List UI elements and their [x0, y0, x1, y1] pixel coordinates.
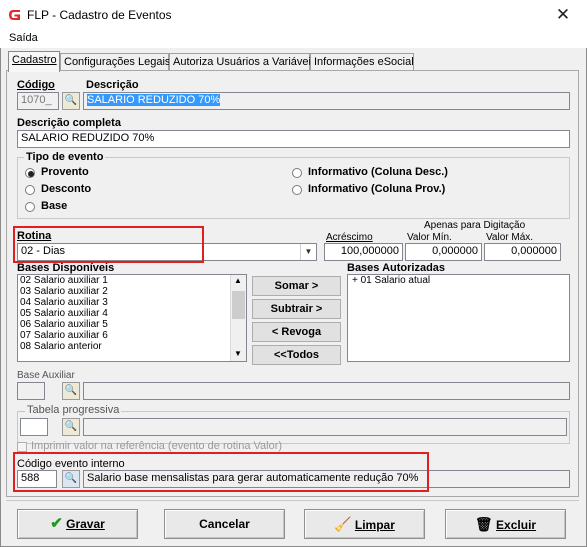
- excluir-button[interactable]: 🗑 Excluir: [445, 509, 566, 539]
- valor-max-field[interactable]: 0,000000: [484, 243, 561, 261]
- scroll-thumb[interactable]: [232, 291, 245, 319]
- codigo-label: Código: [17, 79, 55, 91]
- binoculars-icon[interactable]: 🔍: [62, 92, 80, 110]
- acrescimo-label: Acréscimo: [326, 232, 373, 243]
- radio-base[interactable]: [25, 202, 35, 212]
- radio-provento[interactable]: [25, 168, 35, 178]
- base-auxiliar-label: Base Auxiliar: [17, 370, 75, 381]
- radio-informativo-prov-label: Informativo (Coluna Prov.): [308, 183, 446, 195]
- valor-min-label: Valor Mín.: [407, 232, 452, 243]
- valor-max-label: Valor Máx.: [486, 232, 534, 243]
- list-item[interactable]: 03 Salario auxiliar 2: [18, 286, 246, 297]
- limpar-button[interactable]: 🧹 Limpar: [304, 509, 425, 539]
- checkmark-icon: ✔: [50, 515, 63, 532]
- base-auxiliar-code[interactable]: [17, 382, 45, 400]
- bases-autorizadas-label: Bases Autorizadas: [347, 262, 446, 274]
- chevron-down-icon[interactable]: ▼: [300, 244, 316, 260]
- acrescimo-field[interactable]: 100,000000: [324, 243, 403, 261]
- cancelar-button[interactable]: Cancelar: [164, 509, 285, 539]
- gravar-button[interactable]: ✔ Gravar: [17, 509, 138, 539]
- window-title: FLP - Cadastro de Eventos: [27, 8, 172, 22]
- menu-bar: Saída: [0, 30, 587, 48]
- tab-configuracoes-legais[interactable]: Configurações Legais: [60, 53, 170, 71]
- radio-desconto[interactable]: [25, 185, 35, 195]
- todos-button[interactable]: <<Todos: [252, 345, 341, 365]
- descricao-value: SALARIO REDUZIDO 70%: [87, 94, 221, 106]
- list-item[interactable]: 06 Salario auxiliar 5: [18, 319, 246, 330]
- valor-min-field[interactable]: 0,000000: [405, 243, 482, 261]
- list-item[interactable]: 04 Salario auxiliar 3: [18, 297, 246, 308]
- tab-informacoes-esocial[interactable]: Informações eSocial: [310, 53, 414, 71]
- list-item[interactable]: 05 Salario auxiliar 4: [18, 308, 246, 319]
- apenas-digitacao-label: Apenas para Digitação: [424, 220, 526, 231]
- tabela-progressiva-desc: [83, 418, 567, 436]
- list-item[interactable]: + 01 Salario atual: [348, 275, 569, 286]
- trash-icon: 🗑: [474, 516, 493, 532]
- binoculars-icon[interactable]: 🔍: [62, 382, 80, 400]
- list-item[interactable]: 08 Salario anterior: [18, 341, 246, 352]
- tabela-progressiva-label: Tabela progressiva: [25, 404, 122, 416]
- bases-autorizadas-list[interactable]: + 01 Salario atual: [347, 274, 570, 362]
- list-item[interactable]: 07 Salario auxiliar 6: [18, 330, 246, 341]
- radio-desconto-label: Desconto: [41, 183, 92, 195]
- subtrair-button[interactable]: Subtrair >: [252, 299, 341, 319]
- radio-base-label: Base: [41, 200, 68, 212]
- radio-informativo-prov[interactable]: [292, 185, 302, 195]
- list-scrollbar[interactable]: ▲ ▼: [230, 275, 246, 361]
- list-item[interactable]: 02 Salario auxiliar 1: [18, 275, 246, 286]
- title-bar: FLP - Cadastro de Eventos ✕: [0, 0, 587, 30]
- radio-provento-label: Provento: [41, 166, 89, 178]
- scroll-up-icon[interactable]: ▲: [234, 276, 242, 285]
- descricao-completa-label: Descrição completa: [17, 117, 121, 129]
- footer-divider: [6, 500, 579, 501]
- binoculars-icon[interactable]: 🔍: [62, 418, 80, 436]
- broom-icon: 🧹: [334, 516, 352, 532]
- imprimir-checkbox[interactable]: [17, 442, 27, 452]
- menu-item-saida[interactable]: Saída: [9, 32, 38, 44]
- descricao-label: Descrição: [86, 79, 139, 91]
- rotina-highlight: [13, 226, 204, 263]
- radio-informativo-desc[interactable]: [292, 168, 302, 178]
- base-auxiliar-desc: [83, 382, 570, 400]
- tab-autoriza-usuarios[interactable]: Autoriza Usuários a Variáveis: [169, 53, 316, 71]
- app-logo-icon: [9, 10, 20, 20]
- revoga-button[interactable]: < Revoga: [252, 322, 341, 342]
- bases-disponiveis-label: Bases Disponíveis: [17, 262, 115, 274]
- tabela-progressiva-code[interactable]: [20, 418, 48, 436]
- codigo-field[interactable]: 1070_: [17, 92, 59, 110]
- imprimir-label: Imprimir valor na referência (evento de …: [31, 440, 283, 452]
- somar-button[interactable]: Somar >: [252, 276, 341, 296]
- codigo-interno-highlight: [13, 452, 429, 492]
- descricao-field[interactable]: SALARIO REDUZIDO 70%: [83, 92, 570, 110]
- close-icon[interactable]: ✕: [548, 4, 578, 26]
- bases-disponiveis-list[interactable]: 02 Salario auxiliar 1 03 Salario auxilia…: [17, 274, 247, 362]
- scroll-down-icon[interactable]: ▼: [234, 349, 242, 358]
- tab-cadastro[interactable]: Cadastro: [8, 51, 60, 72]
- tipo-evento-title: Tipo de evento: [24, 151, 106, 163]
- radio-informativo-desc-label: Informativo (Coluna Desc.): [308, 166, 448, 178]
- descricao-completa-field[interactable]: SALARIO REDUZIDO 70%: [17, 130, 570, 148]
